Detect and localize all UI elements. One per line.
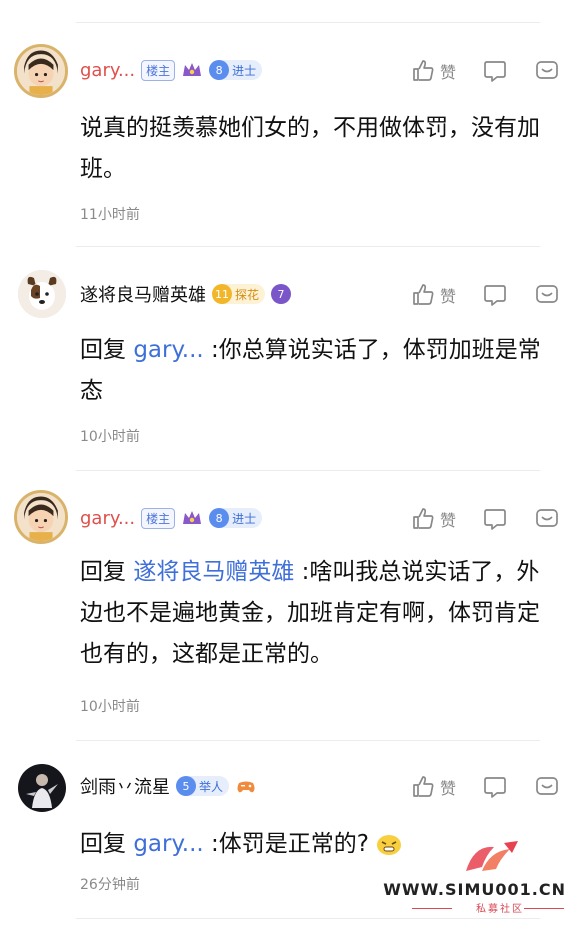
comment-icon bbox=[484, 61, 506, 82]
comment-actions: 赞 bbox=[410, 504, 560, 534]
username[interactable]: gary... bbox=[80, 508, 135, 529]
crown-icon bbox=[183, 511, 202, 524]
like-label: 赞 bbox=[439, 511, 456, 530]
op-tag: 楼主 bbox=[141, 59, 176, 81]
reply-prefix: 回复 bbox=[80, 559, 126, 585]
level-number: 8 bbox=[209, 60, 230, 80]
author-row: gary... 楼主 8 进士 bbox=[80, 504, 263, 532]
reply-prefix: 回复 bbox=[80, 831, 126, 857]
medal-badge: 7 bbox=[271, 284, 292, 304]
thumb-up-icon bbox=[413, 776, 434, 797]
comment-icon bbox=[484, 777, 506, 798]
timestamp: 11小时前 bbox=[80, 207, 140, 223]
level-badge: 8 进士 bbox=[209, 60, 263, 80]
divider bbox=[76, 246, 540, 247]
watermark-logo-icon bbox=[466, 841, 518, 871]
comment-actions: 赞 bbox=[410, 56, 560, 86]
gamepad-icon bbox=[237, 781, 255, 793]
comment-icon bbox=[484, 509, 506, 530]
username[interactable]: gary... bbox=[80, 60, 135, 81]
level-badge: 11 探花 bbox=[212, 284, 266, 304]
more-icon bbox=[536, 285, 558, 303]
grimace-emoji-icon bbox=[377, 834, 402, 855]
like-button[interactable]: 赞 bbox=[410, 506, 456, 532]
level-badge: 5 举人 bbox=[176, 776, 230, 796]
avatar[interactable] bbox=[14, 44, 68, 98]
timestamp: 26分钟前 bbox=[80, 877, 140, 893]
like-label: 赞 bbox=[439, 63, 456, 82]
avatar[interactable] bbox=[18, 270, 66, 318]
avatar-image bbox=[18, 764, 66, 812]
mention-link[interactable]: gary... bbox=[133, 337, 203, 363]
comment-text: 回复 遂将良马赠英雄 :啥叫我总说实话了，外边也不是遍地黄金，加班肯定有啊，体罚… bbox=[80, 552, 544, 675]
username[interactable]: 剑雨丷流星 bbox=[80, 773, 170, 799]
timestamp: 10小时前 bbox=[80, 429, 140, 445]
comment-actions: 赞 bbox=[410, 772, 560, 802]
level-badge: 8 进士 bbox=[209, 508, 263, 528]
comment-actions: 赞 bbox=[410, 280, 560, 310]
level-number: 8 bbox=[209, 508, 230, 528]
avatar-image bbox=[17, 493, 65, 541]
timestamp: 10小时前 bbox=[80, 699, 140, 715]
thumb-up-icon bbox=[413, 508, 434, 529]
watermark-subtitle: 私募社区 bbox=[476, 904, 524, 915]
divider bbox=[524, 908, 564, 909]
level-title: 进士 bbox=[232, 63, 257, 78]
level-title: 举人 bbox=[199, 779, 224, 794]
divider bbox=[76, 740, 540, 741]
comment-icon bbox=[484, 285, 506, 306]
more-button[interactable] bbox=[534, 282, 560, 308]
more-icon bbox=[536, 509, 558, 527]
reply-body: :体罚是正常的? bbox=[203, 831, 370, 857]
more-icon bbox=[536, 777, 558, 795]
reply-button[interactable] bbox=[482, 58, 508, 84]
username[interactable]: 遂将良马赠英雄 bbox=[80, 281, 206, 307]
op-tag: 楼主 bbox=[141, 507, 176, 529]
more-button[interactable] bbox=[534, 506, 560, 532]
reply-button[interactable] bbox=[482, 774, 508, 800]
thumb-up-icon bbox=[413, 60, 434, 81]
avatar[interactable] bbox=[18, 764, 66, 812]
author-row: 剑雨丷流星 5 举人 bbox=[80, 772, 257, 800]
divider bbox=[412, 908, 452, 909]
divider bbox=[76, 22, 540, 23]
comment-text: 回复 gary... :你总算说实话了，体罚加班是常态 bbox=[80, 330, 544, 412]
crown-icon bbox=[183, 63, 202, 76]
reply-button[interactable] bbox=[482, 282, 508, 308]
mention-link[interactable]: gary... bbox=[133, 831, 203, 857]
level-title: 探花 bbox=[235, 287, 260, 302]
divider bbox=[76, 918, 540, 919]
like-button[interactable]: 赞 bbox=[410, 774, 456, 800]
author-row: 遂将良马赠英雄 11 探花 7 bbox=[80, 280, 292, 308]
divider bbox=[76, 470, 540, 471]
comment-text: 说真的挺羡慕她们女的，不用做体罚，没有加班。 bbox=[80, 115, 540, 182]
more-icon bbox=[536, 61, 558, 79]
avatar-image bbox=[17, 47, 65, 95]
reply-button[interactable] bbox=[482, 506, 508, 532]
watermark-text: WWW.SIMU001.CN bbox=[383, 880, 566, 899]
level-number: 5 bbox=[176, 776, 196, 796]
like-button[interactable]: 赞 bbox=[410, 282, 456, 308]
level-title: 进士 bbox=[232, 511, 257, 526]
like-button[interactable]: 赞 bbox=[410, 58, 456, 84]
more-button[interactable] bbox=[534, 774, 560, 800]
avatar[interactable] bbox=[14, 490, 68, 544]
like-label: 赞 bbox=[439, 287, 456, 306]
like-label: 赞 bbox=[439, 779, 456, 798]
reply-prefix: 回复 bbox=[80, 337, 126, 363]
avatar-image bbox=[18, 270, 66, 318]
mention-link[interactable]: 遂将良马赠英雄 bbox=[133, 559, 294, 585]
author-row: gary... 楼主 8 进士 bbox=[80, 56, 263, 84]
more-button[interactable] bbox=[534, 58, 560, 84]
thumb-up-icon bbox=[413, 284, 434, 305]
level-number: 11 bbox=[212, 284, 232, 304]
